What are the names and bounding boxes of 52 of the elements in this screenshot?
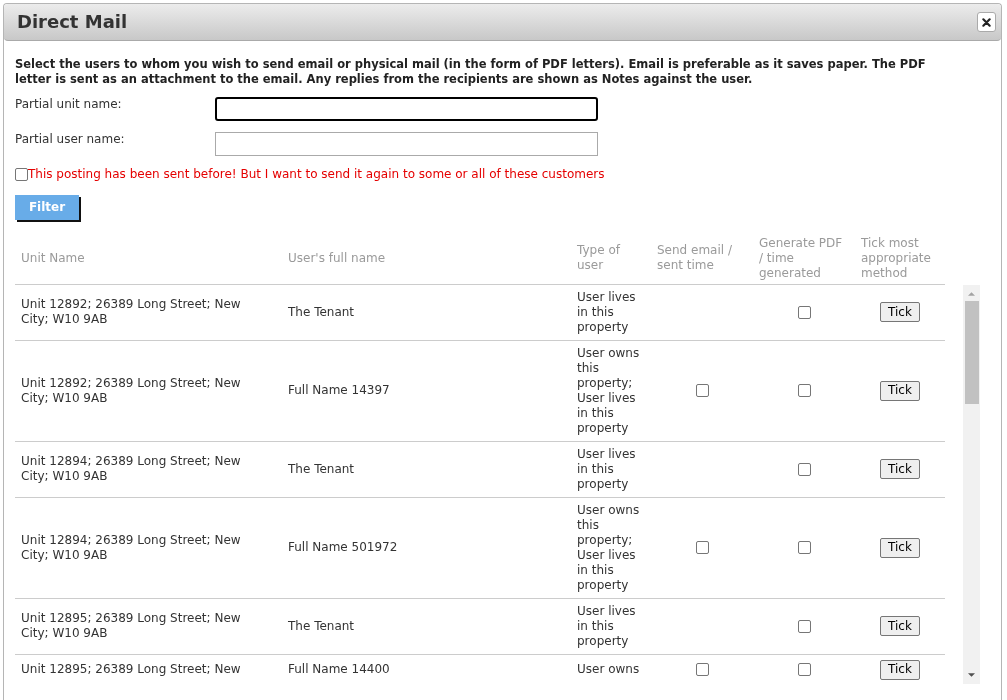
generate-pdf-checkbox[interactable] <box>797 619 811 633</box>
text-input-field[interactable] <box>215 97 598 121</box>
dialog-title: Direct Mail <box>17 11 128 33</box>
table-cell-text: Unit 12894; 26389 Long Street; New City; W10 9AB <box>20 454 242 484</box>
table-cell-text: User owns <box>576 662 641 677</box>
tick-button[interactable]: Tick <box>880 616 920 636</box>
send-email-checkbox[interactable] <box>695 541 709 554</box>
resend-warning-label: This posting has been sent before! But I want to send it again to some or all of these customers <box>28 167 605 182</box>
send-email-checkbox[interactable] <box>695 663 709 676</box>
table-cell-text: User lives in this property <box>576 446 637 492</box>
table-cell-text: User lives in this property <box>576 603 637 649</box>
tick-button[interactable]: Tick <box>880 302 920 322</box>
table-cell-text: The Tenant <box>287 304 356 320</box>
generate-pdf-checkbox[interactable] <box>797 462 811 476</box>
tick-button[interactable]: Tick <box>880 659 920 680</box>
table-cell-text: User lives in this property <box>576 289 637 335</box>
resend-checkbox[interactable] <box>15 168 28 181</box>
close-button[interactable] <box>977 12 996 32</box>
send-email-checkbox[interactable] <box>695 384 709 397</box>
scrollbar-thumb[interactable] <box>964 300 979 404</box>
tick-button[interactable]: Tick <box>880 459 920 479</box>
column-header: Unit Name <box>20 250 86 266</box>
table-cell-text: The Tenant <box>287 618 356 634</box>
generate-pdf-checkbox[interactable] <box>797 541 811 554</box>
field-label: Partial user name: <box>15 132 126 147</box>
table-cell-text: User owns this property; User lives in this property <box>576 502 641 593</box>
column-header: User's full name <box>287 250 387 266</box>
scrollbar[interactable] <box>963 284 980 684</box>
column-header: Send email / sent time <box>656 243 733 273</box>
close-icon <box>982 17 991 27</box>
tick-button[interactable]: Tick <box>880 380 920 401</box>
table-cell-text: Unit 12892; 26389 Long Street; New City; W10 9AB <box>20 297 242 327</box>
table-cell-text: User owns this property; User lives in this property <box>576 345 641 436</box>
text-input-field[interactable] <box>215 132 598 156</box>
instructions-text: Select the users to whom you wish to send email or physical mail (in the form of PDF letters). Email is preferable as it saves paper. The PDF letter is sent as an attachment to the email. Any replies from the recipients are shown as Notes against the user. <box>15 57 927 87</box>
table-cell-text: Unit 12895; 26389 Long Street; New <box>20 662 242 677</box>
table-cell-text: Full Name 14400 <box>287 662 391 677</box>
generate-pdf-checkbox[interactable] <box>797 663 811 676</box>
table-cell-text: Unit 12895; 26389 Long Street; New City; W10 9AB <box>20 611 242 641</box>
column-header: Type of user <box>576 243 622 273</box>
table-cell-text: Full Name 14397 <box>287 383 391 398</box>
generate-pdf-checkbox[interactable] <box>797 384 811 397</box>
scroll-down-icon[interactable] <box>968 672 975 677</box>
table-cell-text: Unit 12892; 26389 Long Street; New City; W10 9AB <box>20 375 242 406</box>
generate-pdf-checkbox[interactable] <box>797 305 811 319</box>
table-cell-text: Unit 12894; 26389 Long Street; New City; W10 9AB <box>20 532 242 563</box>
column-header: Tick most appropriate method <box>860 235 932 281</box>
table-cell-text: Full Name 501972 <box>287 540 399 555</box>
column-header: Generate PDF / time generated <box>758 235 844 281</box>
field-label: Partial unit name: <box>15 97 123 112</box>
table-cell-text: The Tenant <box>287 461 356 477</box>
tick-button[interactable]: Tick <box>880 537 920 558</box>
